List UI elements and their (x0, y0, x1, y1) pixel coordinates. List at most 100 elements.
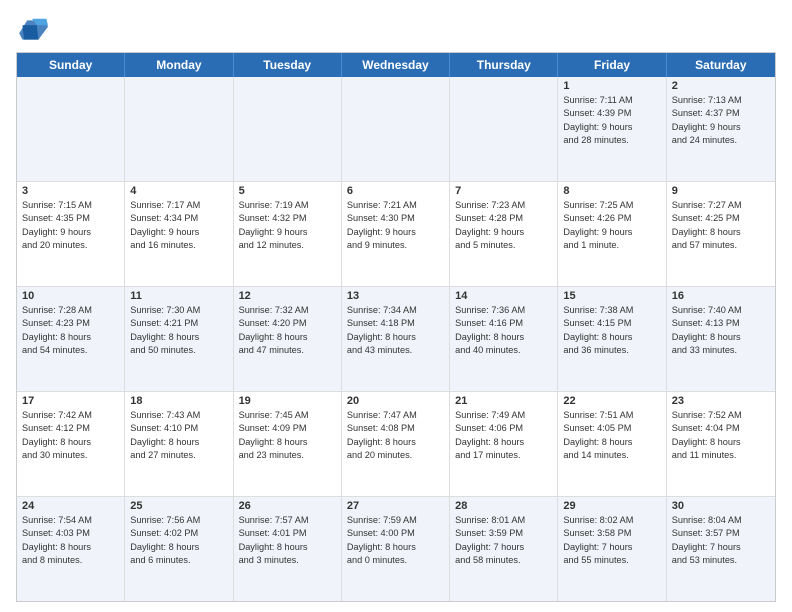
cell-info: Sunrise: 7:42 AM Sunset: 4:12 PM Dayligh… (22, 409, 119, 462)
cell-info: Sunrise: 7:11 AM Sunset: 4:39 PM Dayligh… (563, 94, 660, 147)
calendar-row-4: 24Sunrise: 7:54 AM Sunset: 4:03 PM Dayli… (17, 497, 775, 601)
day-number: 15 (563, 290, 660, 302)
cal-cell-r3-c1: 18 Sunrise: 7:43 AM Sunset: 4:10 PM Dayli… (125, 392, 233, 496)
calendar-row-0: 1 Sunrise: 7:11 AM Sunset: 4:39 PM Daylig… (17, 77, 775, 182)
cell-info: Sunrise: 7:43 AM Sunset: 4:10 PM Dayligh… (130, 409, 227, 462)
day-number: 13 (347, 290, 444, 302)
cal-cell-r1-c2: 5 Sunrise: 7:19 AM Sunset: 4:32 PM Daylig… (234, 182, 342, 286)
day-number: 21 (455, 395, 552, 407)
day-number: 7 (455, 185, 552, 197)
cell-info: Sunrise: 7:34 AM Sunset: 4:18 PM Dayligh… (347, 304, 444, 357)
cell-info: Sunrise: 7:21 AM Sunset: 4:30 PM Dayligh… (347, 199, 444, 252)
day-number: 10 (22, 290, 119, 302)
cell-info: Sunrise: 7:49 AM Sunset: 4:06 PM Dayligh… (455, 409, 552, 462)
day-number: 28 (455, 500, 552, 512)
calendar-row-3: 17 Sunrise: 7:42 AM Sunset: 4:12 PM Dayli… (17, 392, 775, 497)
header-tuesday: Tuesday (234, 53, 342, 77)
cal-cell-r2-c6: 16 Sunrise: 7:40 AM Sunset: 4:13 PM Dayli… (667, 287, 775, 391)
logo-icon (16, 16, 48, 44)
cell-info: Sunrise: 7:56 AM Sunset: 4:02 PM Dayligh… (130, 514, 227, 567)
cal-cell-r2-c4: 14 Sunrise: 7:36 AM Sunset: 4:16 PM Dayli… (450, 287, 558, 391)
header (16, 16, 776, 44)
cal-cell-r1-c3: 6 Sunrise: 7:21 AM Sunset: 4:30 PM Daylig… (342, 182, 450, 286)
cal-cell-r0-c3 (342, 77, 450, 181)
cell-info: Sunrise: 7:17 AM Sunset: 4:34 PM Dayligh… (130, 199, 227, 252)
cal-cell-r4-c6: 30Sunrise: 8:04 AM Sunset: 3:57 PM Dayli… (667, 497, 775, 601)
calendar-body: 1 Sunrise: 7:11 AM Sunset: 4:39 PM Daylig… (17, 77, 775, 601)
day-number: 17 (22, 395, 119, 407)
cal-cell-r0-c5: 1 Sunrise: 7:11 AM Sunset: 4:39 PM Daylig… (558, 77, 666, 181)
day-number: 9 (672, 185, 770, 197)
day-number: 5 (239, 185, 336, 197)
cal-cell-r0-c1 (125, 77, 233, 181)
cell-info: Sunrise: 8:02 AM Sunset: 3:58 PM Dayligh… (563, 514, 660, 567)
cell-info: Sunrise: 7:45 AM Sunset: 4:09 PM Dayligh… (239, 409, 336, 462)
day-number: 27 (347, 500, 444, 512)
cell-info: Sunrise: 7:47 AM Sunset: 4:08 PM Dayligh… (347, 409, 444, 462)
day-number: 18 (130, 395, 227, 407)
cal-cell-r4-c2: 26Sunrise: 7:57 AM Sunset: 4:01 PM Dayli… (234, 497, 342, 601)
calendar-header: SundayMondayTuesdayWednesdayThursdayFrid… (17, 53, 775, 77)
cell-info: Sunrise: 7:27 AM Sunset: 4:25 PM Dayligh… (672, 199, 770, 252)
header-monday: Monday (125, 53, 233, 77)
header-wednesday: Wednesday (342, 53, 450, 77)
day-number: 3 (22, 185, 119, 197)
cal-cell-r1-c6: 9 Sunrise: 7:27 AM Sunset: 4:25 PM Daylig… (667, 182, 775, 286)
day-number: 11 (130, 290, 227, 302)
cal-cell-r3-c3: 20 Sunrise: 7:47 AM Sunset: 4:08 PM Dayli… (342, 392, 450, 496)
cal-cell-r3-c5: 22Sunrise: 7:51 AM Sunset: 4:05 PM Dayli… (558, 392, 666, 496)
cell-info: Sunrise: 7:59 AM Sunset: 4:00 PM Dayligh… (347, 514, 444, 567)
day-number: 1 (563, 80, 660, 92)
cell-info: Sunrise: 7:25 AM Sunset: 4:26 PM Dayligh… (563, 199, 660, 252)
day-number: 8 (563, 185, 660, 197)
day-number: 29 (563, 500, 660, 512)
cell-info: Sunrise: 7:28 AM Sunset: 4:23 PM Dayligh… (22, 304, 119, 357)
cal-cell-r2-c2: 12 Sunrise: 7:32 AM Sunset: 4:20 PM Dayli… (234, 287, 342, 391)
day-number: 16 (672, 290, 770, 302)
day-number: 22 (563, 395, 660, 407)
cell-info: Sunrise: 7:19 AM Sunset: 4:32 PM Dayligh… (239, 199, 336, 252)
header-thursday: Thursday (450, 53, 558, 77)
cal-cell-r4-c0: 24Sunrise: 7:54 AM Sunset: 4:03 PM Dayli… (17, 497, 125, 601)
day-number: 24 (22, 500, 119, 512)
cal-cell-r2-c5: 15Sunrise: 7:38 AM Sunset: 4:15 PM Dayli… (558, 287, 666, 391)
cal-cell-r2-c0: 10 Sunrise: 7:28 AM Sunset: 4:23 PM Dayli… (17, 287, 125, 391)
cell-info: Sunrise: 8:04 AM Sunset: 3:57 PM Dayligh… (672, 514, 770, 567)
page: SundayMondayTuesdayWednesdayThursdayFrid… (0, 0, 792, 612)
header-sunday: Sunday (17, 53, 125, 77)
day-number: 2 (672, 80, 770, 92)
day-number: 26 (239, 500, 336, 512)
cal-cell-r4-c1: 25 Sunrise: 7:56 AM Sunset: 4:02 PM Dayli… (125, 497, 233, 601)
cell-info: Sunrise: 7:40 AM Sunset: 4:13 PM Dayligh… (672, 304, 770, 357)
cell-info: Sunrise: 7:32 AM Sunset: 4:20 PM Dayligh… (239, 304, 336, 357)
cal-cell-r4-c5: 29 Sunrise: 8:02 AM Sunset: 3:58 PM Dayli… (558, 497, 666, 601)
cell-info: Sunrise: 7:15 AM Sunset: 4:35 PM Dayligh… (22, 199, 119, 252)
cal-cell-r3-c0: 17 Sunrise: 7:42 AM Sunset: 4:12 PM Dayli… (17, 392, 125, 496)
logo (16, 16, 52, 44)
calendar-row-2: 10 Sunrise: 7:28 AM Sunset: 4:23 PM Dayli… (17, 287, 775, 392)
cal-cell-r3-c2: 19 Sunrise: 7:45 AM Sunset: 4:09 PM Dayli… (234, 392, 342, 496)
cell-info: Sunrise: 7:13 AM Sunset: 4:37 PM Dayligh… (672, 94, 770, 147)
day-number: 25 (130, 500, 227, 512)
cell-info: Sunrise: 7:23 AM Sunset: 4:28 PM Dayligh… (455, 199, 552, 252)
cal-cell-r2-c3: 13 Sunrise: 7:34 AM Sunset: 4:18 PM Dayli… (342, 287, 450, 391)
day-number: 20 (347, 395, 444, 407)
day-number: 4 (130, 185, 227, 197)
day-number: 6 (347, 185, 444, 197)
cal-cell-r4-c4: 28Sunrise: 8:01 AM Sunset: 3:59 PM Dayli… (450, 497, 558, 601)
cal-cell-r1-c4: 7 Sunrise: 7:23 AM Sunset: 4:28 PM Daylig… (450, 182, 558, 286)
day-number: 14 (455, 290, 552, 302)
cal-cell-r0-c4 (450, 77, 558, 181)
day-number: 23 (672, 395, 770, 407)
header-friday: Friday (558, 53, 666, 77)
cell-info: Sunrise: 7:36 AM Sunset: 4:16 PM Dayligh… (455, 304, 552, 357)
cal-cell-r0-c0 (17, 77, 125, 181)
day-number: 19 (239, 395, 336, 407)
cal-cell-r2-c1: 11 Sunrise: 7:30 AM Sunset: 4:21 PM Dayli… (125, 287, 233, 391)
cal-cell-r0-c2 (234, 77, 342, 181)
cal-cell-r3-c6: 23Sunrise: 7:52 AM Sunset: 4:04 PM Dayli… (667, 392, 775, 496)
day-number: 12 (239, 290, 336, 302)
calendar-row-1: 3 Sunrise: 7:15 AM Sunset: 4:35 PM Daylig… (17, 182, 775, 287)
cal-cell-r0-c6: 2 Sunrise: 7:13 AM Sunset: 4:37 PM Daylig… (667, 77, 775, 181)
cell-info: Sunrise: 7:30 AM Sunset: 4:21 PM Dayligh… (130, 304, 227, 357)
